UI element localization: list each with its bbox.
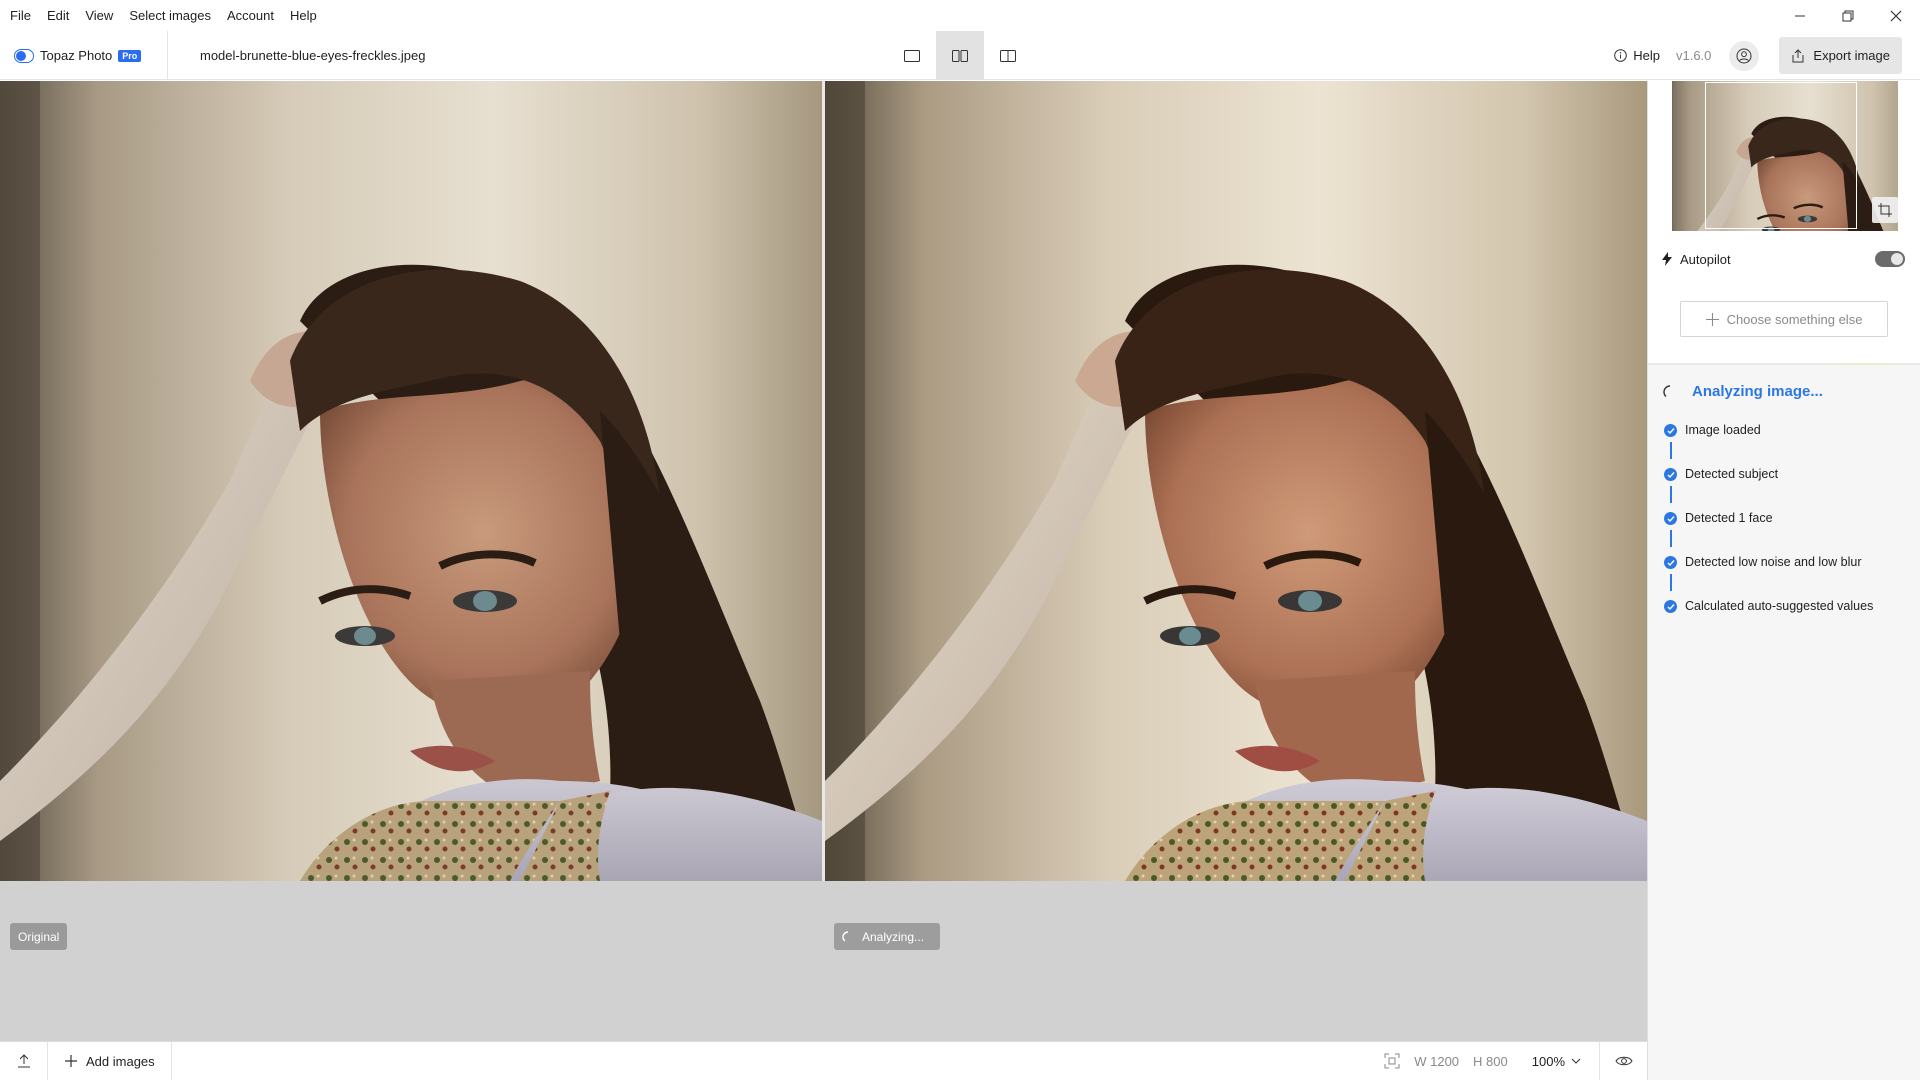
original-image[interactable]	[0, 81, 822, 881]
analyzing-title: Analyzing image...	[1692, 383, 1823, 400]
menu-view[interactable]: View	[77, 0, 121, 31]
info-icon	[1614, 49, 1628, 62]
autopilot-toggle[interactable]	[1875, 251, 1905, 267]
menu-bar: File Edit View Select images Account Hel…	[0, 0, 1920, 31]
analysis-step: Detected low noise and low blur	[1664, 555, 1873, 599]
account-button[interactable]	[1729, 40, 1760, 71]
analyzing-header: Analyzing image...	[1662, 383, 1823, 400]
step-connector	[1670, 574, 1672, 591]
user-icon	[1736, 48, 1752, 63]
app-brand: Topaz Photo Pro	[14, 31, 142, 80]
bolt-icon	[1662, 252, 1672, 266]
crop-button[interactable]	[1872, 197, 1898, 223]
split-view-button[interactable]	[984, 31, 1032, 80]
upload-button[interactable]	[0, 1042, 48, 1080]
menu-select-images[interactable]: Select images	[121, 0, 219, 31]
autopilot-row: Autopilot	[1662, 247, 1909, 271]
crop-icon	[1878, 203, 1892, 217]
step-connector	[1670, 486, 1672, 503]
autopilot-label: Autopilot	[1680, 251, 1731, 267]
check-icon	[1664, 468, 1677, 481]
split-view-icon	[1000, 49, 1016, 62]
image-width: W 1200	[1414, 1053, 1460, 1069]
restore-icon	[1842, 10, 1854, 21]
image-height: H 800	[1473, 1053, 1508, 1069]
window-controls	[1776, 0, 1920, 31]
plus-icon	[1705, 312, 1719, 326]
single-view-icon	[904, 49, 920, 62]
analyzing-tag-label: Analyzing...	[862, 929, 925, 944]
analysis-step: Detected 1 face	[1664, 511, 1873, 555]
step-connector	[1670, 442, 1672, 459]
step-label: Detected subject	[1685, 467, 1779, 481]
export-icon	[1792, 48, 1804, 62]
check-icon	[1664, 512, 1677, 525]
step-label: Image loaded	[1685, 423, 1761, 437]
analysis-step: Calculated auto-suggested values	[1664, 599, 1873, 643]
analyzing-tag: Analyzing...	[834, 923, 941, 950]
check-icon	[1664, 600, 1677, 613]
close-window-button[interactable]	[1872, 0, 1920, 31]
image-info: W 1200 H 800 100%	[1384, 1042, 1647, 1080]
top-toolbar: Topaz Photo Pro model-brunette-blue-eyes…	[0, 31, 1920, 80]
processed-image[interactable]	[825, 81, 1647, 881]
side-by-side-view-button[interactable]	[936, 31, 984, 80]
spinner-icon	[1663, 384, 1671, 397]
restore-button[interactable]	[1824, 0, 1872, 31]
toolbar-right: Help v1.6.0 Export image	[1614, 31, 1902, 80]
view-mode-group	[888, 31, 1032, 80]
plus-icon	[65, 1055, 77, 1067]
upload-icon	[17, 1054, 30, 1068]
close-icon	[1890, 10, 1902, 21]
step-label: Detected low noise and low blur	[1685, 555, 1862, 569]
side-by-side-icon	[952, 49, 968, 62]
choose-something-else-button[interactable]: Choose something else	[1680, 301, 1888, 337]
minimize-button[interactable]	[1776, 0, 1824, 31]
bottom-bar: Add images W 1200 H 800 100%	[0, 1041, 1647, 1080]
menu-edit[interactable]: Edit	[39, 0, 77, 31]
step-label: Detected 1 face	[1685, 511, 1773, 525]
original-tag: Original	[10, 923, 68, 950]
chevron-down-icon	[1571, 1058, 1581, 1064]
step-connector	[1670, 530, 1672, 547]
menu-account[interactable]: Account	[219, 0, 282, 31]
analysis-section: Analyzing image... Image loaded Detected…	[1648, 365, 1920, 1080]
navigator-thumbnail[interactable]	[1672, 81, 1898, 231]
analysis-steps: Image loaded Detected subject Detected 1…	[1664, 423, 1873, 643]
add-images-label: Add images	[86, 1053, 155, 1069]
add-images-button[interactable]: Add images	[48, 1042, 172, 1080]
file-name: model-brunette-blue-eyes-freckles.jpeg	[200, 48, 426, 63]
original-tag-label: Original	[18, 929, 60, 944]
right-panel: Autopilot Choose something else Analyzin…	[1647, 81, 1920, 1080]
topaz-logo-icon	[14, 48, 34, 63]
spinner-icon	[842, 930, 849, 942]
menu-help[interactable]: Help	[282, 0, 325, 31]
toolbar-divider	[167, 31, 168, 80]
analysis-step: Image loaded	[1664, 423, 1873, 467]
navigator-viewport[interactable]	[1705, 82, 1857, 229]
step-label: Calculated auto-suggested values	[1685, 599, 1874, 613]
eye-icon	[1614, 1056, 1633, 1066]
analysis-step: Detected subject	[1664, 467, 1873, 511]
app-name: Topaz Photo	[40, 48, 113, 63]
export-label: Export image	[1813, 48, 1890, 63]
zoom-value: 100%	[1531, 1053, 1565, 1069]
fit-screen-icon[interactable]	[1384, 1053, 1400, 1069]
check-icon	[1664, 556, 1677, 569]
check-icon	[1664, 424, 1677, 437]
help-label: Help	[1633, 48, 1660, 63]
minimize-icon	[1795, 15, 1805, 16]
single-view-button[interactable]	[888, 31, 936, 80]
help-button[interactable]: Help	[1614, 48, 1660, 63]
export-image-button[interactable]: Export image	[1779, 37, 1902, 74]
version-label: v1.6.0	[1675, 48, 1712, 63]
choose-label: Choose something else	[1726, 311, 1863, 327]
zoom-dropdown[interactable]: 100%	[1532, 1054, 1581, 1069]
pro-badge: Pro	[118, 49, 142, 62]
menu-file[interactable]: File	[0, 0, 39, 31]
preview-toggle-button[interactable]	[1599, 1042, 1647, 1080]
